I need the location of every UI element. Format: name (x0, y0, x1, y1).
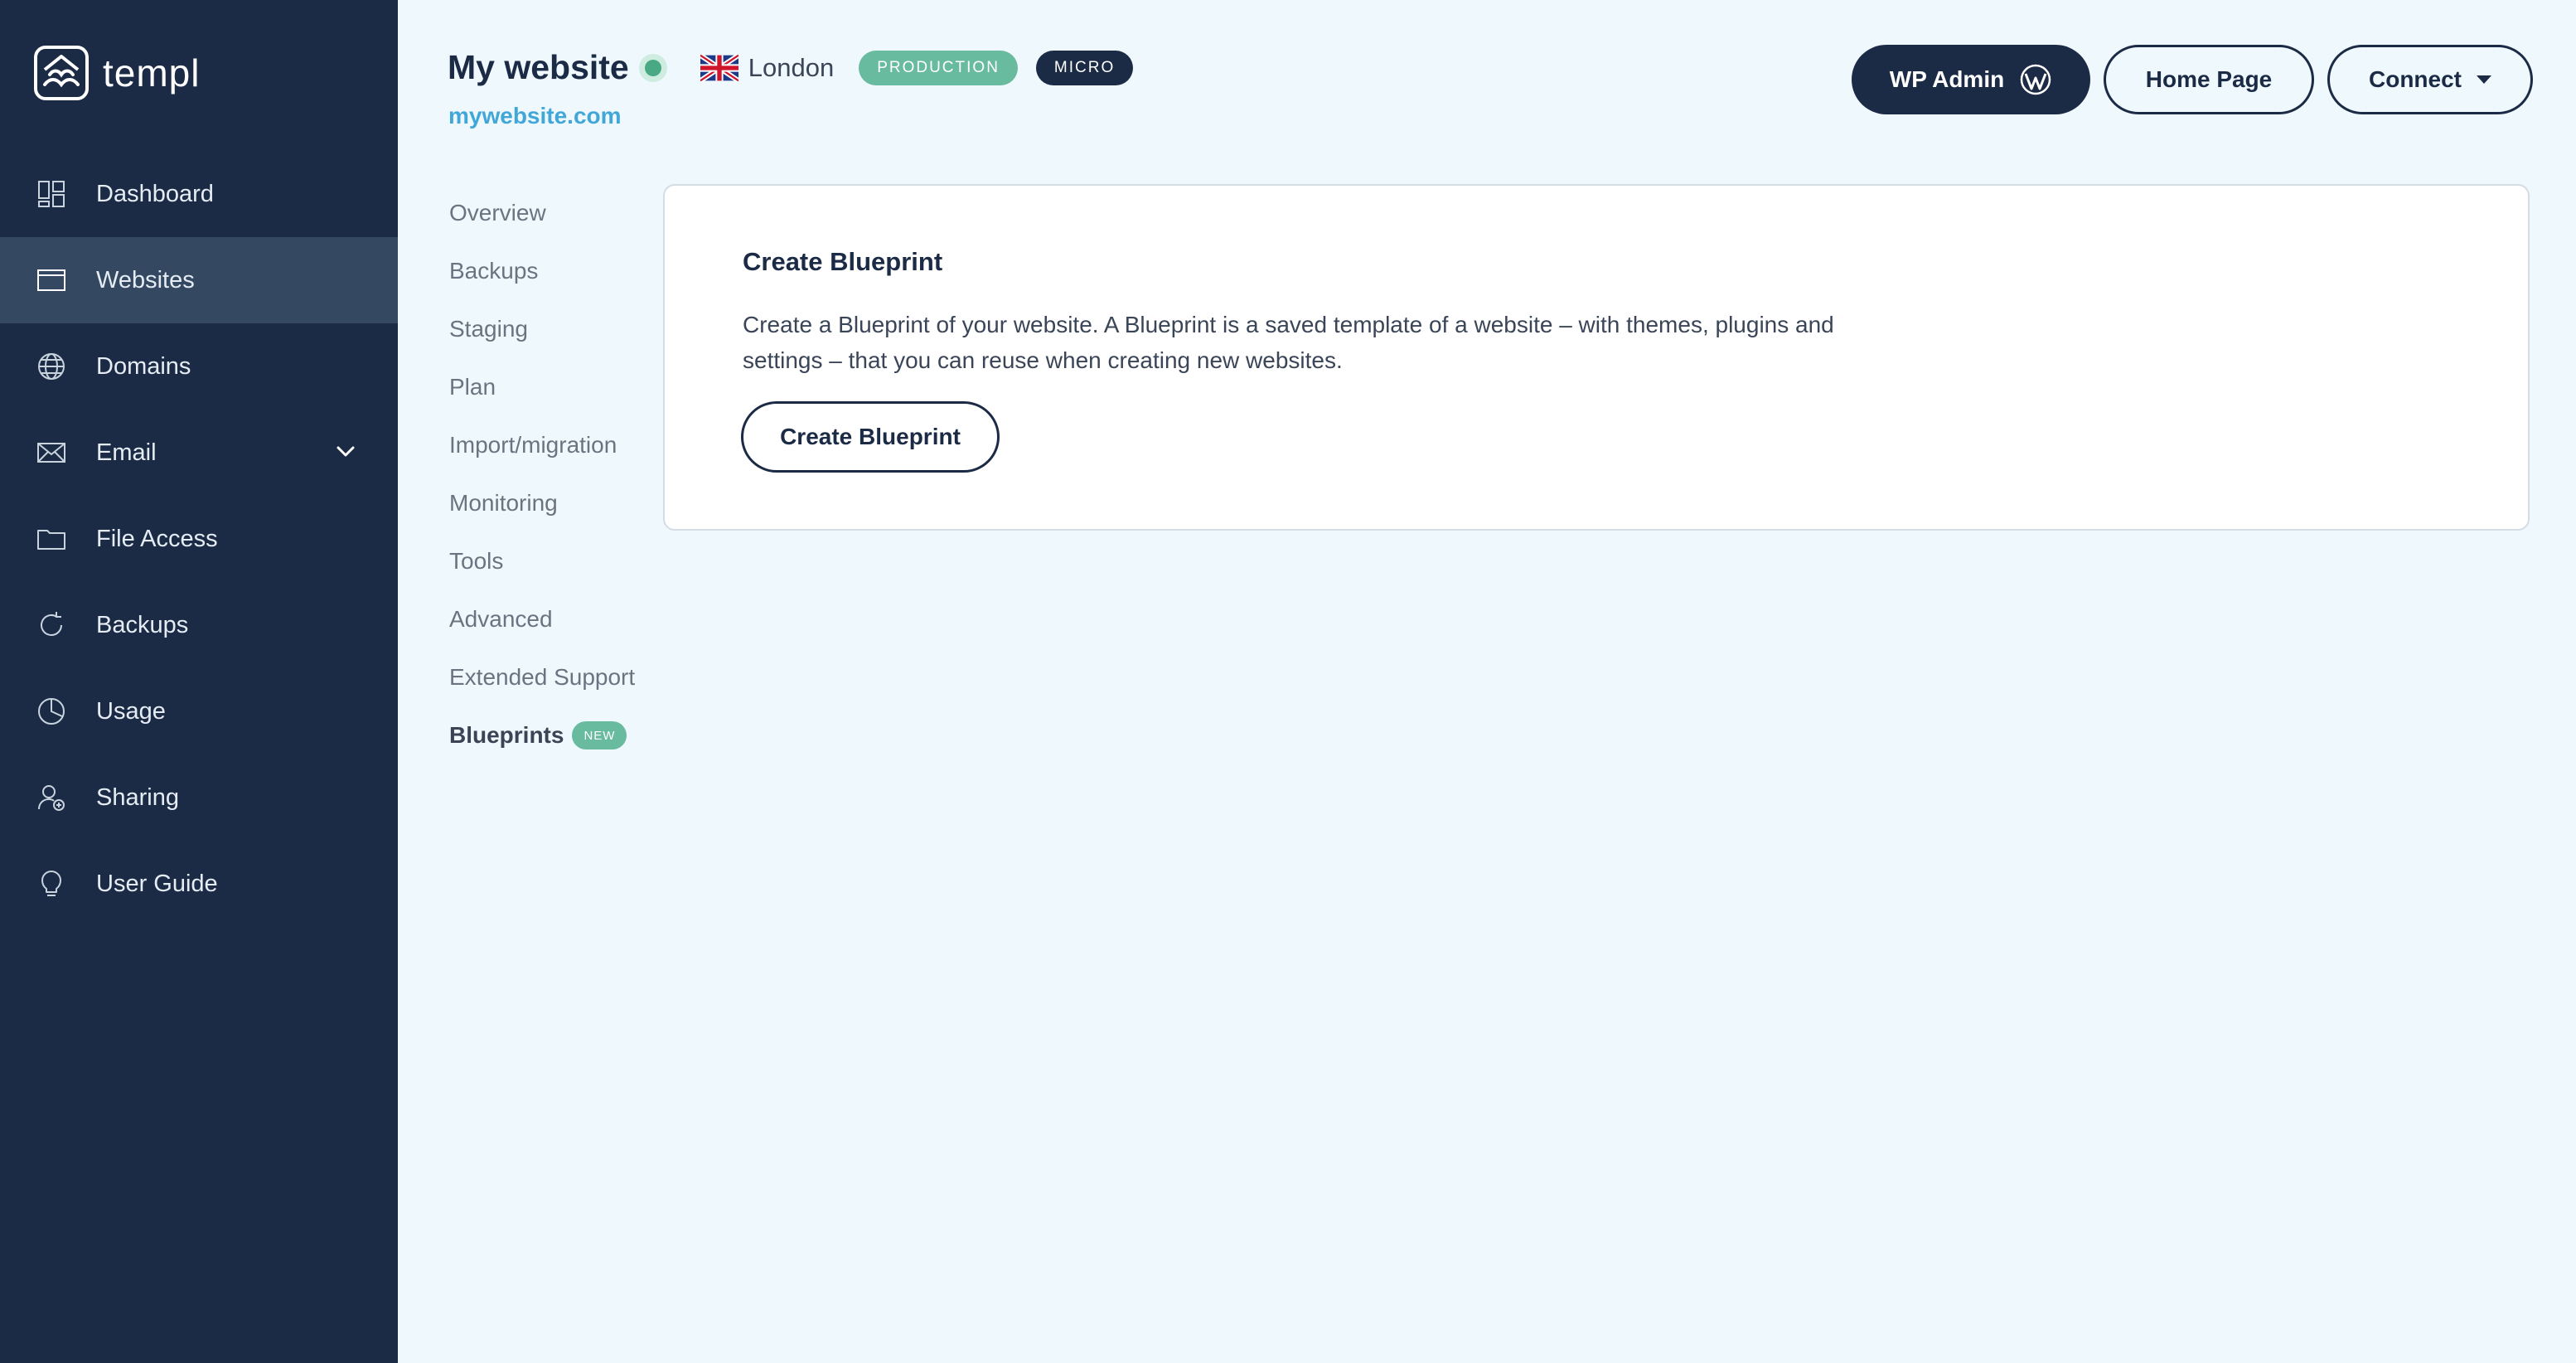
sidebar-item-file-access[interactable]: File Access (0, 496, 398, 582)
sidebar-item-domains[interactable]: Domains (0, 323, 398, 410)
sidebar-item-sharing[interactable]: Sharing (0, 754, 398, 841)
subnav-item-tools[interactable]: Tools (449, 532, 635, 590)
sidebar-item-label: Usage (96, 697, 166, 725)
home-page-label: Home Page (2145, 66, 2273, 92)
uk-flag-icon (700, 53, 738, 82)
card-title: Create Blueprint (743, 247, 943, 276)
sidebar-item-dashboard[interactable]: Dashboard (0, 151, 398, 237)
logo-text: templ (103, 51, 201, 95)
wordpress-icon (2020, 64, 2051, 95)
sidebar-item-label: Sharing (96, 783, 179, 811)
subnav-item-plan[interactable]: Plan (449, 358, 635, 416)
refresh-icon (36, 610, 66, 640)
site-header: My website London PRODUCTION MICRO (448, 48, 1134, 87)
header-actions: WP Admin Home Page Connect (1852, 45, 2533, 114)
sidebar-item-label: User Guide (96, 870, 218, 897)
subnav-item-extended-support[interactable]: Extended Support (449, 648, 635, 706)
location-label: London (748, 52, 835, 82)
create-blueprint-card: Create Blueprint Create a Blueprint of y… (663, 184, 2530, 531)
subnav-item-advanced[interactable]: Advanced (449, 590, 635, 648)
new-badge: NEW (572, 721, 627, 749)
sidebar-item-usage[interactable]: Usage (0, 668, 398, 754)
plan-badge: MICRO (1035, 50, 1134, 85)
pie-chart-icon (36, 696, 66, 726)
folder-icon (36, 524, 66, 554)
connect-label: Connect (2369, 66, 2462, 92)
sidebar-item-email[interactable]: Email (0, 410, 398, 496)
sidebar-item-label: Email (96, 439, 157, 466)
sidebar-item-label: Domains (96, 352, 191, 380)
site-domain-link[interactable]: mywebsite.com (448, 103, 622, 129)
create-blueprint-label: Create Blueprint (780, 424, 961, 449)
user-share-icon (36, 783, 66, 812)
dashboard-icon (36, 179, 66, 209)
status-indicator (638, 53, 667, 82)
subnav-item-staging[interactable]: Staging (449, 300, 635, 358)
sidebar-item-backups[interactable]: Backups (0, 582, 398, 668)
subnav-item-blueprints[interactable]: Blueprints NEW (449, 706, 635, 764)
connect-dropdown-button[interactable]: Connect (2327, 45, 2533, 114)
caret-down-icon (2477, 75, 2491, 84)
environment-badge: PRODUCTION (859, 50, 1018, 85)
globe-icon (36, 352, 66, 381)
sidebar-item-websites[interactable]: Websites (0, 237, 398, 323)
subnav-item-label: Blueprints (449, 722, 564, 748)
app-root: templ Dashboard Websites Domains Email F… (0, 0, 2576, 1363)
subnav-item-import-migration[interactable]: Import/migration (449, 416, 635, 474)
subnav-item-overview[interactable]: Overview (449, 184, 635, 242)
chevron-down-icon[interactable] (333, 439, 358, 464)
wp-admin-button[interactable]: WP Admin (1852, 45, 2090, 114)
sidebar-item-label: Dashboard (96, 180, 214, 207)
sidebar-nav: Dashboard Websites Domains Email File Ac… (0, 151, 398, 927)
page-title: My website (448, 48, 629, 86)
subnav-item-monitoring[interactable]: Monitoring (449, 474, 635, 532)
sidebar-item-user-guide[interactable]: User Guide (0, 841, 398, 927)
templ-logo-icon (34, 46, 89, 100)
browser-window-icon (36, 265, 66, 295)
sidebar-item-label: Websites (96, 266, 195, 293)
sidebar-item-label: Backups (96, 611, 189, 638)
sidebar: templ Dashboard Websites Domains Email F… (0, 0, 398, 1363)
home-page-button[interactable]: Home Page (2104, 45, 2314, 114)
logo[interactable]: templ (33, 43, 200, 103)
wp-admin-label: WP Admin (1889, 66, 2005, 92)
sidebar-item-label: File Access (96, 525, 218, 552)
card-description: Create a Blueprint of your website. A Bl… (743, 312, 1834, 373)
subnav-item-backups[interactable]: Backups (449, 242, 635, 300)
site-subnav: Overview Backups Staging Plan Import/mig… (449, 184, 635, 764)
create-blueprint-button[interactable]: Create Blueprint (741, 401, 1000, 473)
lightbulb-icon (36, 869, 66, 899)
envelope-icon (36, 438, 66, 468)
